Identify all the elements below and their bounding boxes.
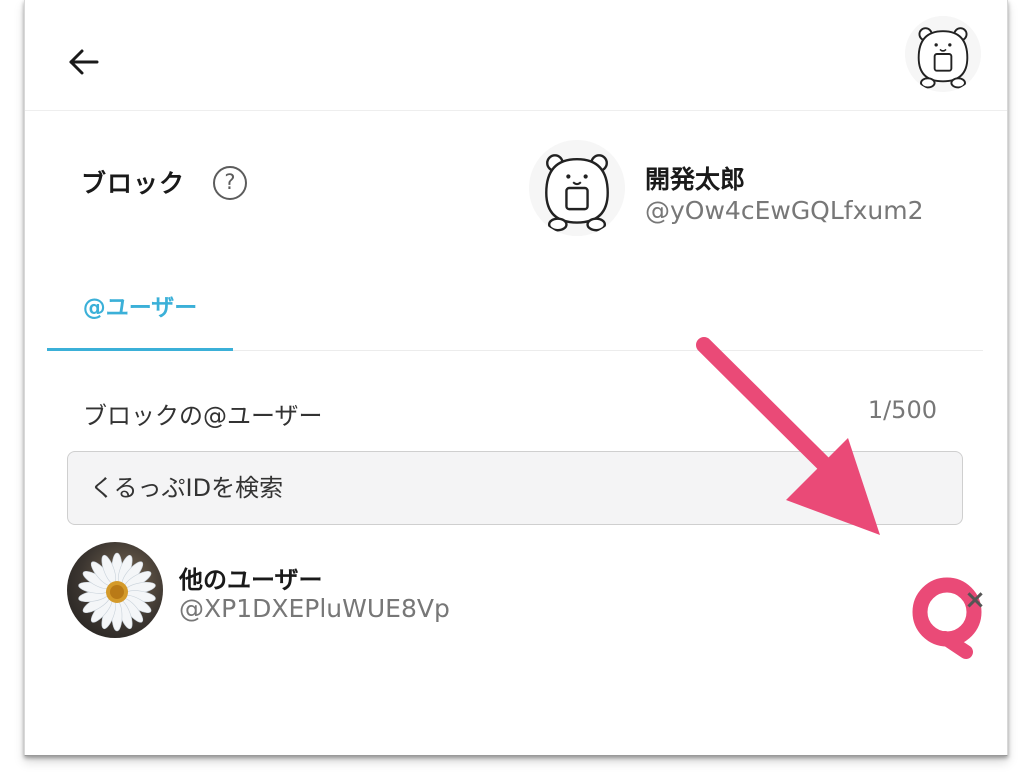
question-circle-icon[interactable]: ? [213,166,247,200]
list-item: 他のユーザー @XP1DXEPluWUE8Vp × [67,540,986,640]
account-avatar[interactable] [905,16,981,92]
remove-user-button[interactable]: × [955,580,995,620]
arrow-left-icon [69,49,99,75]
search-input[interactable] [67,451,963,525]
block-list-count: 1/500 [867,396,937,424]
back-button[interactable] [65,44,105,80]
tab-users[interactable]: @ユーザー [47,280,233,351]
user-avatar [67,542,163,638]
tab-bar: @ユーザー [47,280,983,351]
profile-avatar [529,140,625,236]
close-icon: × [964,585,986,615]
bear-avatar-icon [529,140,625,236]
user-handle: @XP1DXEPluWUE8Vp [179,594,450,623]
daisy-flower-image [78,552,156,632]
block-settings-panel: ブロック ? 開発太郎 @yOw4cEwGQLfxum2 @ユーザー ブロックの… [24,0,1008,756]
profile-name: 開発太郎 [645,165,746,194]
bear-avatar-icon [905,16,981,92]
profile-handle: @yOw4cEwGQLfxum2 [645,196,924,225]
user-name: 他のユーザー [179,566,323,594]
page-title: ブロック [81,169,186,198]
top-bar [25,0,1007,111]
block-list-label: ブロックの@ユーザー [83,402,323,430]
